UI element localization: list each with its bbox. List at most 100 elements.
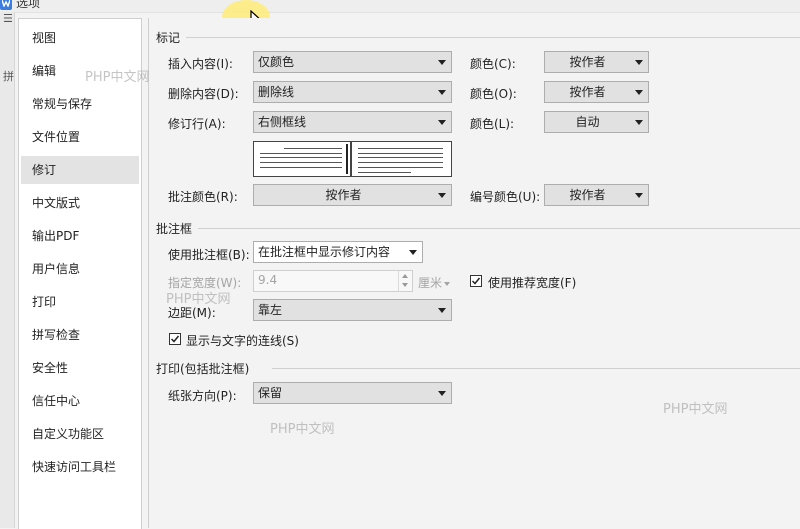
spin-up-icon [402, 274, 408, 278]
sidebar-item-chinese-layout[interactable]: 中文版式 [19, 189, 139, 217]
delete-color-dropdown[interactable]: 按作者 [544, 81, 649, 103]
revision-line-color-value: 自动 [575, 115, 600, 129]
chevron-down-icon [635, 120, 643, 125]
section-title-print: 打印(包括批注框) [156, 362, 250, 376]
watermark: PHP中文网 [270, 422, 335, 437]
preview-line [358, 172, 411, 173]
number-color-dropdown[interactable]: 按作者 [544, 184, 649, 206]
options-sidebar: 视图 编辑 常规与保存 文件位置 修订 中文版式 输出PDF 用户信息 打印 拼… [18, 18, 142, 529]
chevron-down-icon [438, 120, 446, 125]
check-icon [471, 277, 481, 285]
chevron-down-icon [438, 308, 446, 313]
delete-label: 删除内容(D): [168, 87, 239, 101]
watermark: PHP中文网 [166, 292, 231, 307]
recommended-width-label: 使用推荐宽度(F) [488, 276, 577, 290]
watermark: PHP中文网 [85, 70, 150, 85]
preview-bar [346, 144, 348, 174]
preview-line [260, 153, 342, 154]
preview-right-page [351, 141, 452, 177]
insert-color-dropdown[interactable]: 按作者 [544, 51, 649, 73]
use-balloons-label: 使用批注框(B): [168, 248, 250, 262]
sidebar-item-file-locations[interactable]: 文件位置 [19, 123, 139, 151]
comment-color-dropdown[interactable]: 按作者 [253, 184, 452, 206]
sidebar-item-print[interactable]: 打印 [19, 288, 139, 316]
revision-line-label: 修订行(A): [168, 117, 226, 131]
number-color-value: 按作者 [569, 188, 606, 202]
comment-color-label: 批注颜色(R): [168, 190, 238, 204]
spinner-buttons[interactable] [398, 271, 412, 291]
margin-value: 靠左 [258, 303, 283, 317]
preview-line [284, 148, 342, 149]
insert-color-label: 颜色(C): [470, 57, 516, 71]
section-divider [272, 368, 800, 369]
sidebar-item-customize-ribbon[interactable]: 自定义功能区 [19, 420, 139, 448]
preview-line [358, 157, 443, 158]
sidebar-item-security[interactable]: 安全性 [19, 354, 139, 382]
chevron-down-icon [438, 391, 446, 396]
chevron-down-icon [438, 60, 446, 65]
menu-icon[interactable]: ☰ [3, 12, 13, 25]
left-toolbar-strip: ☰ 拼 [0, 12, 15, 528]
chevron-down-icon [635, 193, 643, 198]
sidebar-item-quick-access-toolbar[interactable]: 快速访问工具栏 [19, 453, 139, 481]
preview-line [358, 162, 443, 163]
width-value: 9.4 [258, 273, 278, 287]
preview-line [260, 167, 342, 168]
orientation-label: 纸张方向(P): [168, 389, 237, 403]
section-title-markup: 标记 [156, 31, 181, 45]
delete-value: 删除线 [258, 85, 295, 99]
comment-color-value: 按作者 [325, 188, 362, 202]
revision-line-value: 右侧框线 [258, 115, 307, 129]
check-icon [170, 335, 180, 343]
sidebar-item-revisions[interactable]: 修订 [21, 156, 139, 184]
section-divider [186, 37, 800, 38]
section-divider [198, 228, 800, 229]
revision-line-color-dropdown[interactable]: 自动 [544, 111, 649, 133]
spin-down-icon [402, 283, 408, 287]
width-unit-dropdown[interactable]: 厘米 [418, 274, 451, 291]
width-unit-value: 厘米 [418, 276, 443, 290]
use-balloons-dropdown[interactable]: 在批注框中显示修订内容 [253, 241, 423, 263]
preview-line [260, 162, 342, 163]
title-bar: 选项 [0, 0, 800, 13]
orientation-dropdown[interactable]: 保留 [253, 382, 452, 404]
insert-value: 仅颜色 [258, 55, 295, 69]
margin-dropdown[interactable]: 靠左 [253, 299, 452, 321]
preview-line [358, 167, 443, 168]
chevron-down-icon [438, 193, 446, 198]
chevron-down-icon [409, 250, 417, 255]
preview-line [260, 157, 342, 158]
preview-line [358, 153, 443, 154]
orientation-value: 保留 [258, 386, 283, 400]
number-color-label: 编号颜色(U): [470, 190, 541, 204]
section-title-balloons: 批注框 [156, 222, 193, 236]
chevron-down-icon [635, 60, 643, 65]
revision-line-dropdown[interactable]: 右侧框线 [253, 111, 452, 133]
chevron-down-icon [635, 90, 643, 95]
preview-left-page [253, 141, 351, 177]
sidebar-item-user-info[interactable]: 用户信息 [19, 255, 139, 283]
sidebar-item-spell-check[interactable]: 拼写检查 [19, 321, 139, 349]
use-balloons-value: 在批注框中显示修订内容 [258, 245, 391, 259]
sidebar-item-view[interactable]: 视图 [19, 24, 139, 52]
recommended-width-checkbox[interactable] [470, 275, 482, 287]
insert-label: 插入内容(I): [168, 57, 233, 71]
insert-color-value: 按作者 [569, 55, 606, 69]
insert-dropdown[interactable]: 仅颜色 [253, 51, 452, 73]
watermark: PHP中文网 [663, 402, 728, 417]
delete-color-label: 颜色(O): [470, 87, 517, 101]
delete-dropdown[interactable]: 删除线 [253, 81, 452, 103]
width-spinner[interactable]: 9.4 [253, 270, 413, 292]
chevron-down-icon [444, 281, 451, 286]
sidebar-item-trust-center[interactable]: 信任中心 [19, 387, 139, 415]
revision-line-color-label: 颜色(L): [470, 117, 515, 131]
show-lines-label: 显示与文字的连线(S) [186, 334, 299, 348]
sidebar-item-general-save[interactable]: 常规与保存 [19, 90, 139, 118]
app-icon [0, 0, 12, 10]
preview-line [358, 148, 443, 149]
window-title: 选项 [16, 0, 41, 10]
chevron-down-icon [438, 90, 446, 95]
sidebar-item-export-pdf[interactable]: 输出PDF [19, 222, 139, 250]
strip-label: 拼 [3, 70, 14, 83]
show-lines-checkbox[interactable] [169, 333, 181, 345]
